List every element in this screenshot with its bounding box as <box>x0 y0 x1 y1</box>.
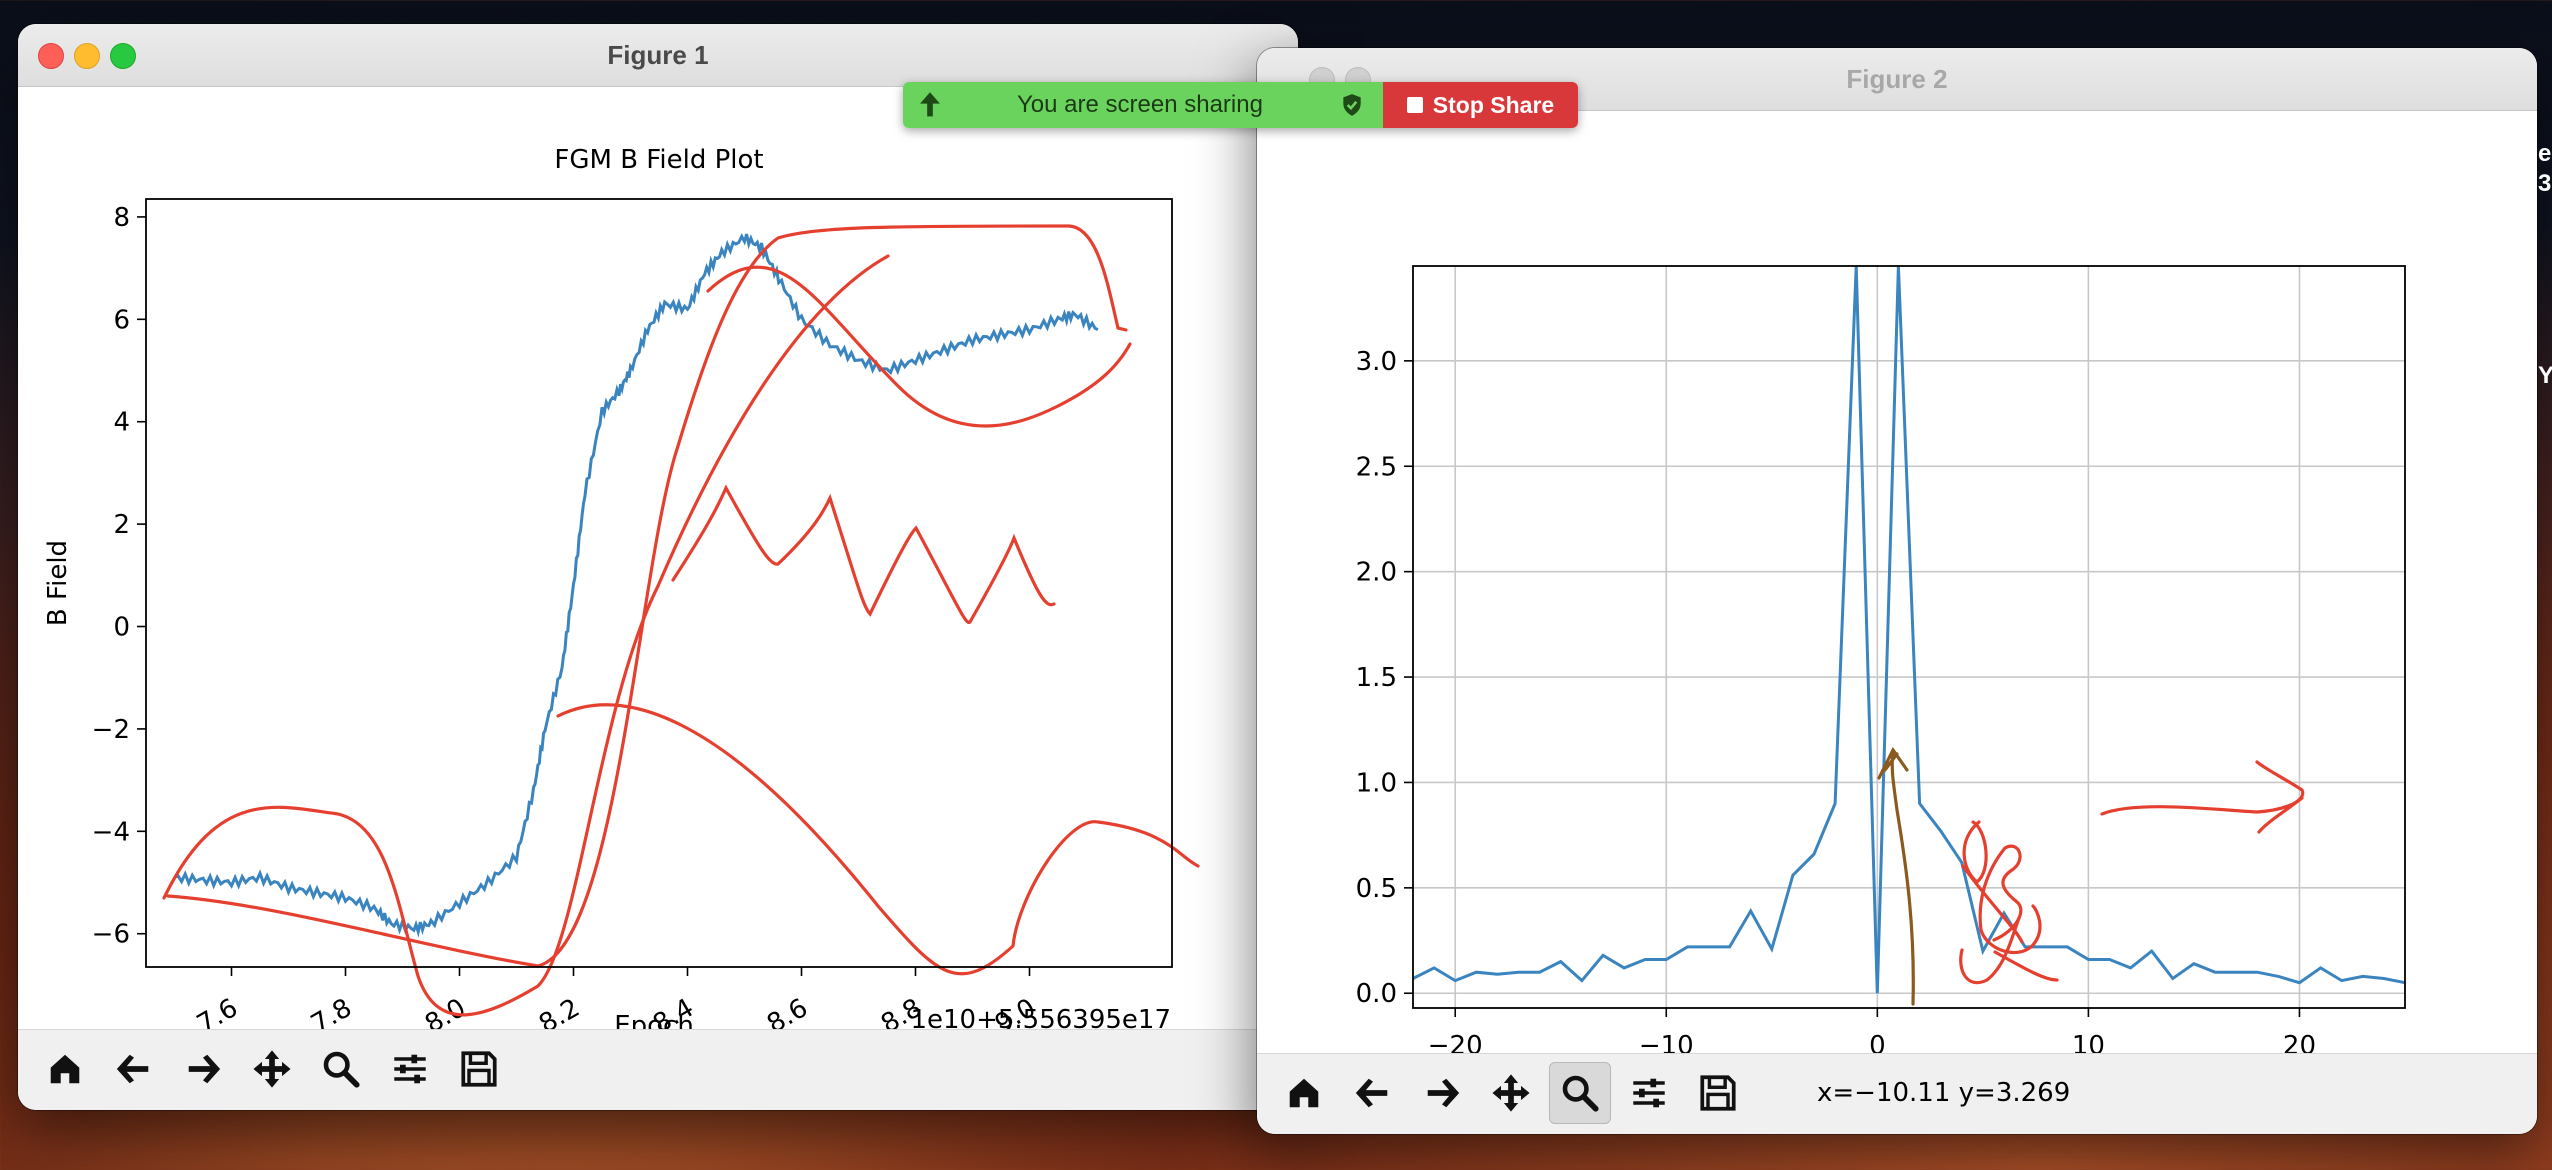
y-tick-label: 0 <box>113 613 130 643</box>
red-annotation-stroke <box>671 484 1056 625</box>
red-annotation-stroke <box>706 265 1132 428</box>
window-title: Figure 1 <box>607 40 709 70</box>
y-tick-label: 0.0 <box>1356 979 1397 1009</box>
pan-move-icon <box>253 1050 291 1088</box>
pan-move-button[interactable] <box>1480 1062 1542 1124</box>
red-annotation-stroke <box>162 254 890 1017</box>
figure1-window: Figure 1 FGM B Field Plot −6 −4 −2 0 2 4 6 8 7.6 7… <box>18 24 1298 1110</box>
y-tick-label: 0.5 <box>1356 874 1397 904</box>
red-annotation-stroke <box>1961 844 2042 955</box>
figure2-toolbar: x=−10.11 y=3.269 <box>1257 1053 2537 1134</box>
screen-share-bar: You are screen sharing Stop Share <box>903 82 1578 128</box>
forward-arrow-button[interactable] <box>172 1038 234 1100</box>
x-tick-label: −10 <box>1639 1031 1694 1054</box>
forward-arrow-icon <box>188 1054 221 1084</box>
forward-arrow-button[interactable] <box>1411 1062 1473 1124</box>
forward-arrow-icon <box>1427 1078 1460 1108</box>
arrow-up-icon[interactable] <box>913 88 947 122</box>
x-tick-label: 20 <box>2283 1031 2316 1054</box>
x-tick-label: 10 <box>2072 1031 2105 1054</box>
share-status-text: You are screen sharing <box>1017 91 1263 118</box>
save-floppy-icon <box>1700 1075 1736 1111</box>
axis-offset-label: 1e10+5.556395e17 <box>910 1005 1171 1030</box>
pan-move-icon <box>1492 1074 1530 1112</box>
figure1-toolbar <box>18 1029 1298 1110</box>
home-icon <box>50 1054 80 1084</box>
zoom-magnifier-icon <box>1562 1075 1599 1112</box>
figure1-chart[interactable]: FGM B Field Plot−6−4−2024687.6 7.8 8.0 8.2 8… <box>18 86 1298 1030</box>
y-tick-label: 8 <box>113 203 130 233</box>
y-tick-label: 6 <box>113 305 130 335</box>
cursor-coordinates: x=−10.11 y=3.269 <box>1817 1078 2071 1108</box>
figure1-titlebar[interactable]: Figure 1 <box>18 24 1298 87</box>
x-tick-label: 8.2 <box>534 993 585 1030</box>
save-floppy-button[interactable] <box>448 1038 510 1100</box>
y-tick-label: −4 <box>92 817 130 847</box>
save-floppy-icon <box>461 1051 497 1087</box>
home-button[interactable] <box>34 1038 96 1100</box>
y-axis-label: B Field <box>43 540 73 626</box>
save-floppy-button[interactable] <box>1687 1062 1749 1124</box>
zoom-magnifier-button[interactable] <box>310 1038 372 1100</box>
share-status: You are screen sharing <box>903 82 1383 128</box>
desktop-fragment: YC <box>2538 362 2552 389</box>
x-tick-label: 8.6 <box>762 993 813 1030</box>
red-annotation-stroke <box>2100 760 2305 834</box>
stop-share-label: Stop Share <box>1432 91 1555 118</box>
configure-subplots-button[interactable] <box>379 1038 441 1100</box>
y-tick-label: 4 <box>113 408 130 438</box>
y-tick-label: −2 <box>92 715 130 745</box>
stop-share-button[interactable]: Stop Share <box>1383 82 1578 128</box>
y-tick-label: 3.0 <box>1356 347 1397 377</box>
y-tick-label: 2.0 <box>1356 558 1397 588</box>
zoom-magnifier-button[interactable] <box>1549 1062 1611 1124</box>
back-arrow-icon <box>116 1054 149 1084</box>
data-series-line <box>173 233 1099 938</box>
pan-move-button[interactable] <box>241 1038 303 1100</box>
home-icon <box>1289 1078 1319 1108</box>
stop-square-icon <box>1406 97 1423 113</box>
x-tick-label: 7.6 <box>192 993 243 1030</box>
back-arrow-icon <box>1355 1078 1388 1108</box>
configure-subplots-icon <box>394 1054 426 1084</box>
y-tick-label: 2 <box>113 510 130 540</box>
y-tick-label: 1.5 <box>1356 663 1397 693</box>
back-arrow-button[interactable] <box>1342 1062 1404 1124</box>
desktop-fragment: 3. <box>2538 170 2552 197</box>
x-tick-label: 7.8 <box>306 993 357 1030</box>
figure2-window: Figure 2 −20 −10 0 10 20 0.0 0.5 1.0 1.5 2.0 2.5 3.… <box>1257 48 2537 1134</box>
home-button[interactable] <box>1273 1062 1335 1124</box>
y-tick-label: −6 <box>92 920 130 950</box>
x-tick-label: 0 <box>1869 1031 1886 1054</box>
x-tick-label: −20 <box>1428 1031 1483 1054</box>
y-tick-label: 2.5 <box>1356 452 1397 482</box>
back-arrow-button[interactable] <box>103 1038 165 1100</box>
zoom-magnifier-icon <box>323 1051 360 1088</box>
desktop-fragment: er <box>2538 140 2552 167</box>
x-axis-label: Epoch <box>614 1011 694 1030</box>
configure-subplots-icon <box>1633 1078 1665 1108</box>
figure2-chart[interactable]: −20 −10 0 10 20 0.0 0.5 1.0 1.5 2.0 2.5 3.0 <box>1257 110 2537 1054</box>
shield-check-icon <box>1343 94 1361 116</box>
configure-subplots-button[interactable] <box>1618 1062 1680 1124</box>
y-tick-label: 1.0 <box>1356 768 1397 798</box>
chart-title: FGM B Field Plot <box>554 145 763 175</box>
red-annotation-stroke <box>556 703 1200 976</box>
